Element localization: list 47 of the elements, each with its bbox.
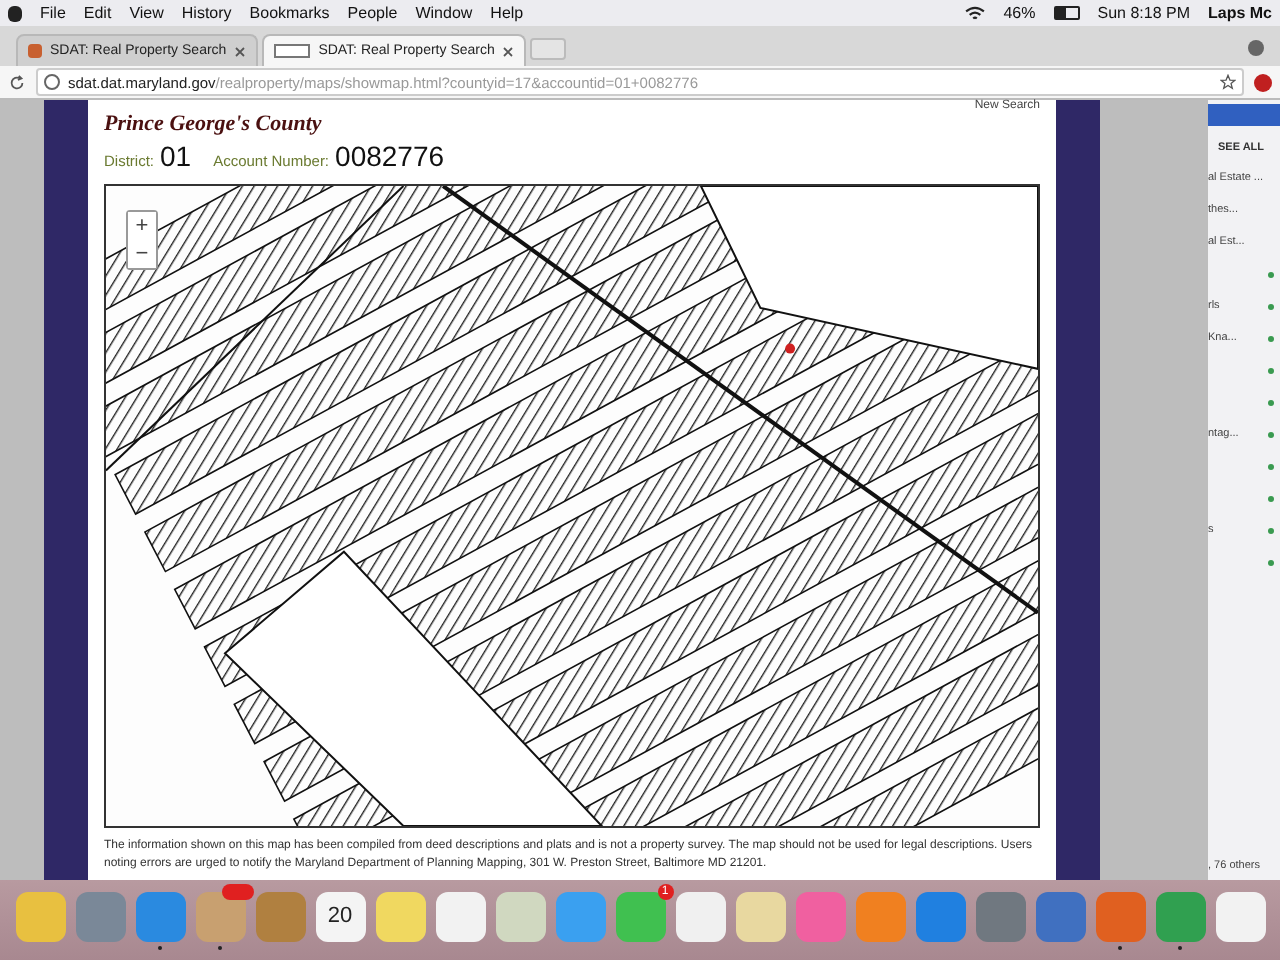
- close-icon[interactable]: [234, 45, 247, 57]
- close-icon[interactable]: [502, 45, 515, 57]
- menu-item[interactable]: Help: [490, 4, 524, 22]
- app-icon[interactable]: [75, 891, 125, 941]
- wifi-icon[interactable]: [963, 5, 986, 21]
- menu-item[interactable]: Bookmarks: [249, 4, 330, 22]
- app-icon[interactable]: [435, 891, 485, 941]
- app-icon[interactable]: [555, 891, 605, 941]
- menu-item[interactable]: History: [181, 4, 232, 22]
- new-tab-button[interactable]: [530, 38, 567, 60]
- menu-item[interactable]: Window: [415, 4, 473, 22]
- profile-icon[interactable]: [1248, 40, 1264, 56]
- app-icon[interactable]: [915, 891, 965, 941]
- user-name[interactable]: Laps Mc: [1207, 4, 1272, 22]
- app-icon[interactable]: [15, 891, 65, 941]
- star-icon[interactable]: [1220, 74, 1236, 90]
- app-icon[interactable]: [1095, 891, 1145, 941]
- parcel-map-drawing[interactable]: [106, 186, 1038, 826]
- site-icon: [28, 44, 42, 58]
- reload-icon[interactable]: [8, 73, 26, 91]
- menu-item[interactable]: View: [129, 4, 164, 22]
- county-title: Prince George's County: [104, 112, 324, 136]
- calendar-date: 20: [327, 904, 353, 928]
- account-value: 0082776: [335, 140, 445, 172]
- app-icon[interactable]: [855, 891, 905, 941]
- app-icon[interactable]: [1155, 891, 1205, 941]
- extension-icon[interactable]: [1254, 73, 1272, 91]
- page-icon: [274, 44, 311, 58]
- district-value: 01: [160, 140, 192, 172]
- battery-icon[interactable]: [1053, 6, 1080, 20]
- app-icon[interactable]: [675, 891, 725, 941]
- app-icon[interactable]: [255, 891, 305, 941]
- panel-header-bar: [1208, 104, 1280, 126]
- app-icon[interactable]: [1215, 891, 1265, 941]
- menu-item[interactable]: Edit: [83, 4, 112, 22]
- app-icon[interactable]: [735, 891, 785, 941]
- menu-item[interactable]: File: [40, 4, 66, 22]
- app-icon[interactable]: [975, 891, 1025, 941]
- menu-item[interactable]: People: [347, 4, 398, 22]
- app-icon[interactable]: [795, 891, 845, 941]
- menu-clock[interactable]: Sun 8:18 PM: [1097, 4, 1190, 22]
- battery-percent: 46%: [1003, 4, 1036, 22]
- app-icon[interactable]: [135, 891, 185, 941]
- app-icon[interactable]: [1035, 891, 1085, 941]
- app-icon[interactable]: 20: [315, 891, 365, 941]
- app-icon[interactable]: [495, 891, 545, 941]
- app-icon[interactable]: [375, 891, 425, 941]
